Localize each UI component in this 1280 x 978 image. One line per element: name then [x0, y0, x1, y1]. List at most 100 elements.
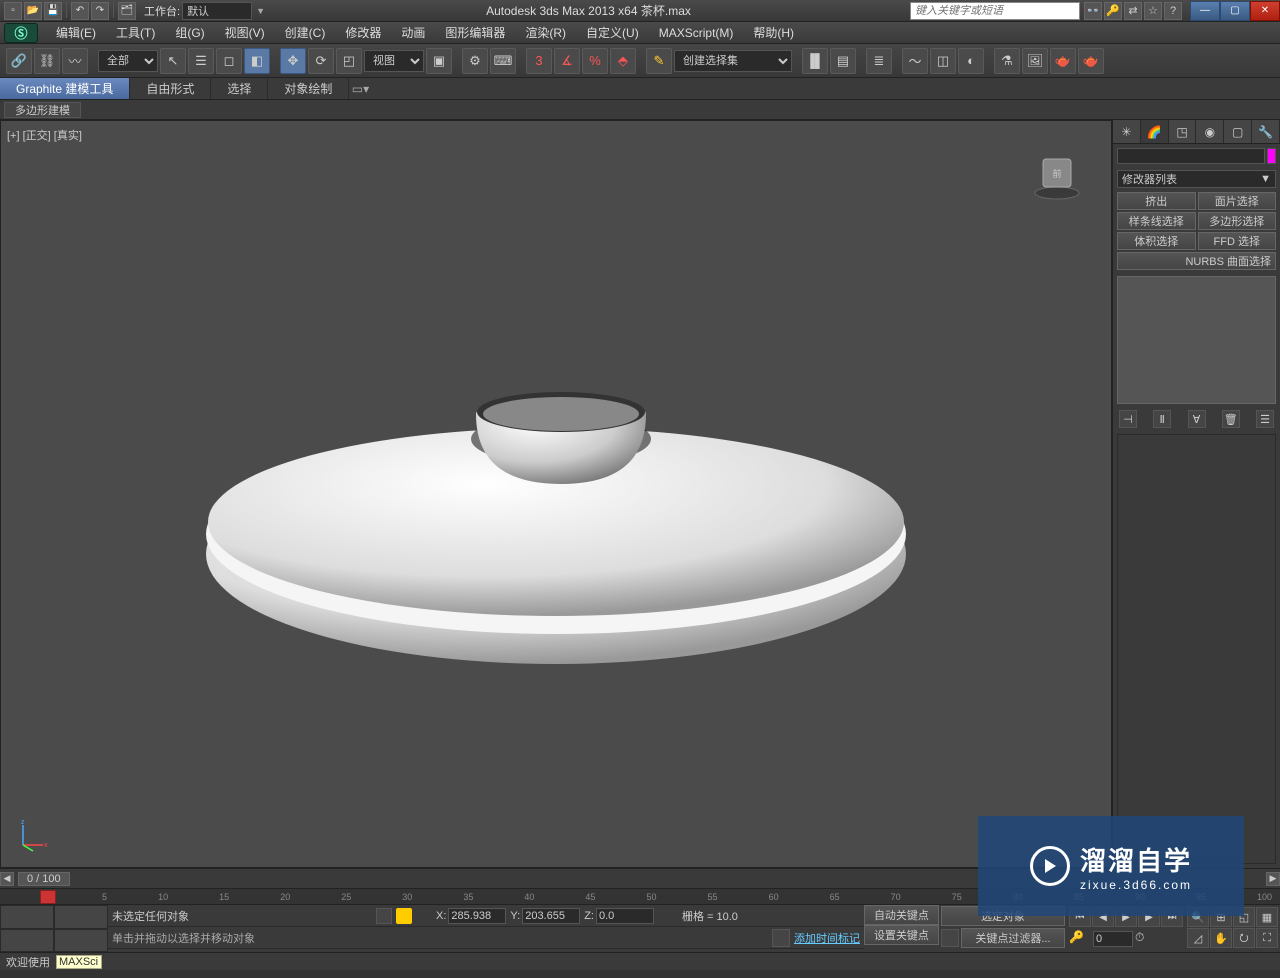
minimize-button[interactable]: — — [1190, 1, 1220, 21]
maxscript-field[interactable]: MAXSci — [56, 955, 102, 969]
modifier-list-dropdown[interactable]: 修改器列表▼ — [1117, 170, 1276, 188]
new-icon[interactable]: ▫ — [4, 2, 22, 20]
timeline-scroll-left[interactable]: ◀ — [0, 872, 14, 886]
menu-create[interactable]: 创建(C) — [275, 24, 336, 41]
object-color-swatch[interactable] — [1267, 148, 1276, 164]
rotate-icon[interactable]: ⟳ — [308, 48, 334, 74]
workspace-dropdown[interactable]: 默认 — [182, 2, 252, 20]
project-icon[interactable]: 🗂 — [118, 2, 136, 20]
key-mode-icon[interactable]: 🔑 — [1069, 930, 1091, 948]
unique-icon[interactable]: ∀ — [1188, 410, 1206, 428]
help-search-input[interactable] — [910, 2, 1080, 20]
exchange-icon[interactable]: ⇄ — [1124, 2, 1142, 20]
menu-customize[interactable]: 自定义(U) — [576, 24, 649, 41]
scale-icon[interactable]: ◰ — [336, 48, 362, 74]
star-icon[interactable]: ☆ — [1144, 2, 1162, 20]
spinner-snap-icon[interactable]: ⬘ — [610, 48, 636, 74]
object-name-input[interactable] — [1117, 148, 1265, 164]
mod-btn-facesel[interactable]: 面片选择 — [1198, 192, 1277, 210]
maximize-button[interactable]: ▢ — [1220, 1, 1250, 21]
named-selection-dropdown[interactable]: 创建选择集 — [674, 50, 792, 72]
application-menu-button[interactable]: Ⓢ — [4, 23, 38, 43]
timeline-scroll-right[interactable]: ▶ — [1266, 872, 1280, 886]
window-crossing-icon[interactable]: ◧ — [244, 48, 270, 74]
refcoord-dropdown[interactable]: 视图 — [364, 50, 424, 72]
pin-stack-icon[interactable]: ⊣ — [1119, 410, 1137, 428]
menu-rendering[interactable]: 渲染(R) — [515, 24, 576, 41]
angle-snap-icon[interactable]: ∡ — [554, 48, 580, 74]
select-region-icon[interactable]: ◻ — [216, 48, 242, 74]
material-editor-icon[interactable]: ◐ — [958, 48, 984, 74]
mod-btn-volsel[interactable]: 体积选择 — [1117, 232, 1196, 250]
mod-btn-ffdsel[interactable]: FFD 选择 — [1198, 232, 1277, 250]
rollout-area[interactable] — [1117, 434, 1276, 864]
ribbon-panel-polymodel[interactable]: 多边形建模 — [4, 102, 81, 118]
curve-editor-icon[interactable]: 〜 — [902, 48, 928, 74]
modifier-stack[interactable] — [1117, 276, 1276, 404]
named-sel-edit-icon[interactable]: ✎ — [646, 48, 672, 74]
time-config-icon[interactable]: ⏱ — [1135, 930, 1157, 948]
frame-indicator[interactable]: 0 / 100 — [18, 872, 70, 886]
mod-btn-nurbs[interactable]: NURBS 曲面选择 — [1117, 252, 1276, 270]
render-production-icon[interactable]: 🫖 — [1078, 48, 1104, 74]
selection-filter-dropdown[interactable]: 全部 — [98, 50, 158, 72]
setkey-large-icon[interactable] — [941, 929, 959, 947]
display-tab-icon[interactable]: ▢ — [1224, 120, 1252, 143]
zoom-extents-all-icon[interactable]: ▦ — [1256, 907, 1278, 927]
create-tab-icon[interactable]: ✳ — [1113, 120, 1141, 143]
snap-toggle-icon[interactable]: 3 — [526, 48, 552, 74]
menu-group[interactable]: 组(G) — [165, 24, 214, 41]
current-frame-input[interactable] — [1093, 931, 1133, 947]
ribbon-tab-freeform[interactable]: 自由形式 — [130, 78, 211, 99]
utilities-tab-icon[interactable]: 🔧 — [1252, 120, 1280, 143]
move-icon[interactable]: ✥ — [280, 48, 306, 74]
ribbon-tab-selection[interactable]: 选择 — [211, 78, 268, 99]
y-coord-input[interactable] — [522, 908, 580, 924]
mod-btn-splinesel[interactable]: 样条线选择 — [1117, 212, 1196, 230]
layers-icon[interactable]: ≣ — [866, 48, 892, 74]
add-time-tag[interactable]: 添加时间标记 — [794, 930, 860, 946]
render-teapot-icon[interactable]: 🫖 — [1050, 48, 1076, 74]
time-slider[interactable] — [40, 890, 56, 904]
autokey-button[interactable]: 自动关键点 — [864, 905, 939, 925]
x-coord-input[interactable] — [448, 908, 506, 924]
key-filters-button[interactable]: 关键点过滤器... — [961, 928, 1065, 948]
show-end-icon[interactable]: Ⅱ — [1153, 410, 1171, 428]
percent-snap-icon[interactable]: % — [582, 48, 608, 74]
selection-lock-icon[interactable] — [396, 908, 412, 924]
mirror-icon[interactable]: ▐▌ — [802, 48, 828, 74]
schematic-view-icon[interactable]: ◫ — [930, 48, 956, 74]
ribbon-expand-icon[interactable]: ▭▾ — [349, 78, 371, 99]
mod-btn-extrude[interactable]: 挤出 — [1117, 192, 1196, 210]
pan-icon[interactable]: ✋ — [1210, 928, 1232, 948]
close-button[interactable]: ✕ — [1250, 1, 1280, 21]
manipulate-icon[interactable]: ⚙ — [462, 48, 488, 74]
help-icon[interactable]: ? — [1164, 2, 1182, 20]
orbit-icon[interactable]: ⭮ — [1233, 928, 1255, 948]
keyboard-shortcut-icon[interactable]: ⌨ — [490, 48, 516, 74]
menu-maxscript[interactable]: MAXScript(M) — [649, 26, 744, 40]
isolate-icon[interactable] — [376, 908, 392, 924]
pivot-center-icon[interactable]: ▣ — [426, 48, 452, 74]
link-icon[interactable]: 🔗 — [6, 48, 32, 74]
menu-modifiers[interactable]: 修改器 — [335, 24, 391, 41]
hierarchy-tab-icon[interactable]: ◳ — [1169, 120, 1197, 143]
viewport[interactable]: [+] [正交] [真实] 前 zx — [0, 120, 1112, 868]
bind-spacewarp-icon[interactable]: 〰 — [62, 48, 88, 74]
setkey-button[interactable]: 设置关键点 — [864, 925, 939, 945]
render-setup-icon[interactable]: ⚗ — [994, 48, 1020, 74]
key-icon[interactable]: 🔑 — [1104, 2, 1122, 20]
select-object-icon[interactable]: ↖ — [160, 48, 186, 74]
mod-btn-polysel[interactable]: 多边形选择 — [1198, 212, 1277, 230]
menu-animation[interactable]: 动画 — [391, 24, 435, 41]
select-by-name-icon[interactable]: ☰ — [188, 48, 214, 74]
redo-icon[interactable]: ↷ — [91, 2, 109, 20]
z-coord-input[interactable] — [596, 908, 654, 924]
undo-icon[interactable]: ↶ — [71, 2, 89, 20]
rendered-frame-icon[interactable]: 🖼 — [1022, 48, 1048, 74]
motion-tab-icon[interactable]: ◉ — [1196, 120, 1224, 143]
align-icon[interactable]: ▤ — [830, 48, 856, 74]
binoculars-icon[interactable]: 👓 — [1084, 2, 1102, 20]
menu-grapheditors[interactable]: 图形编辑器 — [435, 24, 515, 41]
unlink-icon[interactable]: ⛓ — [34, 48, 60, 74]
